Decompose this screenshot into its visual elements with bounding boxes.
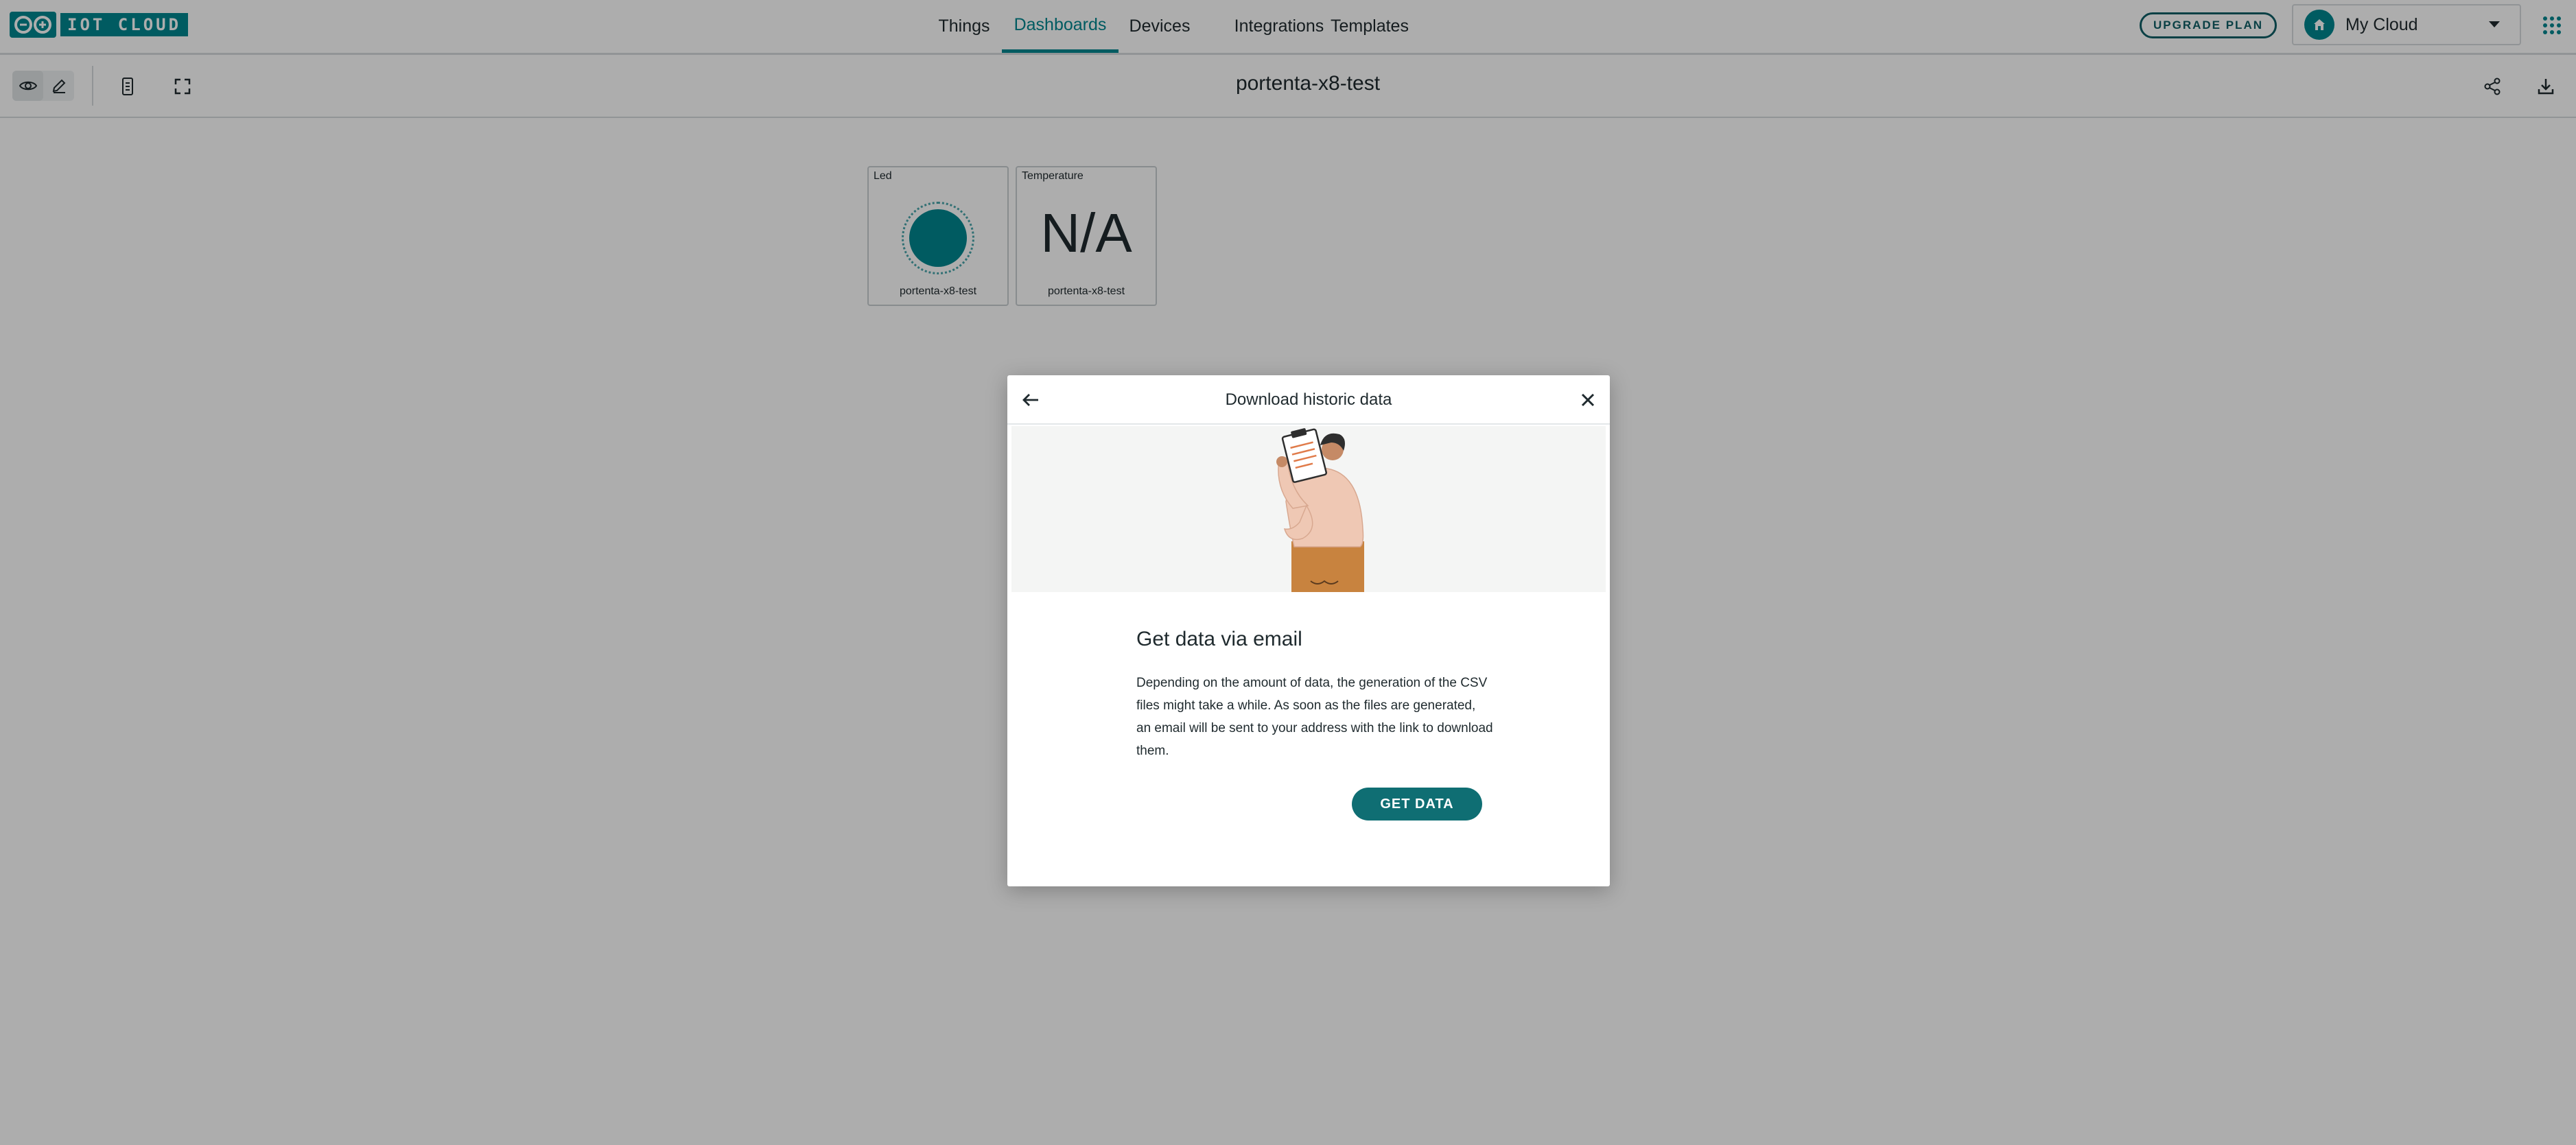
person-holding-clipboard-illustration	[1276, 428, 1364, 592]
arrow-left-icon	[1022, 394, 1038, 406]
dialog-description: Depending on the amount of data, the gen…	[1136, 676, 1493, 758]
dialog-heading: Get data via email	[1136, 628, 1302, 650]
dialog-header: Download historic data	[1007, 375, 1610, 425]
download-historic-data-dialog: Download historic data Get data via emai…	[1007, 375, 1610, 886]
back-button[interactable]	[1018, 388, 1043, 412]
dialog-title: Download historic data	[1225, 390, 1392, 409]
close-icon	[1581, 393, 1595, 407]
illustration-banner	[1011, 426, 1606, 592]
close-button[interactable]	[1576, 388, 1600, 412]
get-data-button[interactable]: GET DATA	[1352, 788, 1482, 821]
